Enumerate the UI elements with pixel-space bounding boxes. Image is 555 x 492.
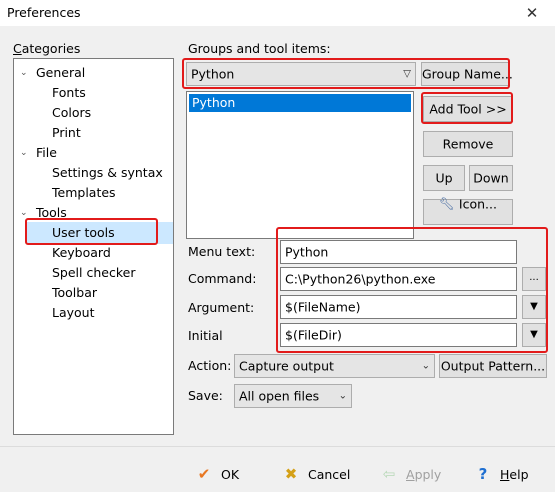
action-select-value: Capture output [239,358,334,374]
icon-button-label: Icon... [458,196,497,212]
chevron-down-icon: ⌄ [421,360,430,372]
command-value: C:\Python26\python.exe [285,271,436,287]
apply-arrow-icon: ⇦ [382,465,396,483]
window-title: Preferences [7,5,81,20]
tree-item-toolbar[interactable]: Toolbar [52,284,97,302]
icon-button[interactable]: 🔧︎ Icon... [423,196,513,225]
argument-value: $(FileName) [285,299,361,315]
ok-button-label: OK [221,467,240,482]
tree-item-layout[interactable]: Layout [52,304,95,322]
argument-label: Argument: [188,300,255,315]
checkmark-icon: ✔ [197,465,211,483]
cancel-button-label: Cancel [308,467,351,482]
add-tool-button[interactable]: Add Tool >> [423,96,513,122]
close-icon[interactable]: ✕ [509,0,555,26]
initial-dropdown-button[interactable]: ▼ [522,323,546,347]
menu-text-value: Python [285,244,329,260]
caret-down-icon: ▼ [530,301,538,312]
up-button[interactable]: Up [423,165,465,191]
output-pattern-button-label: Output Pattern... [440,358,546,374]
expand-general-icon[interactable]: ⌄ [20,68,30,78]
footer-divider [0,446,555,447]
tree-item-keyboard[interactable]: Keyboard [52,244,111,262]
tree-item-templates[interactable]: Templates [52,184,116,202]
tree-item-spell-checker[interactable]: Spell checker [52,264,135,282]
categories-label-text: ategories [21,41,81,56]
down-button-label: Down [473,170,509,186]
tree-item-settings-syntax[interactable]: Settings & syntax [52,164,163,182]
caret-down-icon: ▼ [530,329,538,340]
menu-text-label: Menu text: [188,244,256,259]
save-label: Save: [188,388,223,403]
apply-underlined-letter: A [406,467,415,482]
apply-button-label: pply [414,467,442,482]
remove-button[interactable]: Remove [423,131,513,157]
output-pattern-button[interactable]: Output Pattern... [439,354,547,378]
chevron-down-icon: ⌄ [338,390,347,402]
help-question-icon: ? [478,465,488,483]
add-tool-button-label: Add Tool >> [429,101,507,117]
group-select[interactable]: Python ▽ [186,62,416,86]
tree-item-general[interactable]: General [36,64,85,82]
tool-items-list[interactable]: Python [186,91,414,239]
groups-label: Groups and tool items: [188,41,331,56]
chevron-down-icon: ▽ [403,68,411,80]
expand-tools-icon[interactable]: ⌄ [20,208,30,218]
group-select-value: Python [191,66,235,82]
categories-label: Categories [13,41,81,56]
initial-value: $(FileDir) [285,327,342,343]
tree-item-file[interactable]: File [36,144,57,162]
command-label: Command: [188,271,257,286]
command-field[interactable]: C:\Python26\python.exe [280,267,517,291]
group-name-button-label: Group Name... [422,66,513,82]
cancel-button[interactable]: ✖ Cancel [280,463,351,485]
help-button[interactable]: ? Help [472,463,529,485]
initial-label: Initial [188,328,223,343]
title-bar: Preferences ✕ [0,0,555,26]
categories-tree[interactable]: ⌄ General Fonts Colors Print ⌄ File Sett… [13,58,174,435]
action-select[interactable]: Capture output ⌄ [234,354,435,378]
argument-dropdown-button[interactable]: ▼ [522,295,546,319]
ok-button[interactable]: ✔ OK [193,463,239,485]
down-button[interactable]: Down [469,165,513,191]
help-underlined-letter: H [500,467,510,482]
save-select-value: All open files [239,388,320,404]
tree-item-user-tools[interactable]: User tools [26,222,173,244]
tree-item-colors[interactable]: Colors [52,104,91,122]
remove-button-label: Remove [442,136,494,152]
cancel-x-icon: ✖ [284,465,298,483]
up-button-label: Up [435,170,453,186]
group-name-button[interactable]: Group Name... [421,62,513,86]
action-label: Action: [188,358,232,373]
argument-field[interactable]: $(FileName) [280,295,517,319]
help-button-label: elp [509,467,529,482]
tree-item-fonts[interactable]: Fonts [52,84,86,102]
tree-item-tools[interactable]: Tools [36,204,67,222]
initial-field[interactable]: $(FileDir) [280,323,517,347]
menu-text-field[interactable]: Python [280,240,517,264]
tree-item-print[interactable]: Print [52,124,81,142]
expand-file-icon[interactable]: ⌄ [20,148,30,158]
wrench-icon: 🔧︎ [439,196,455,211]
list-item[interactable]: Python [189,94,411,112]
save-select[interactable]: All open files ⌄ [234,384,352,408]
apply-button[interactable]: ⇦ Apply [378,463,442,485]
command-browse-button[interactable]: ... [522,267,546,291]
